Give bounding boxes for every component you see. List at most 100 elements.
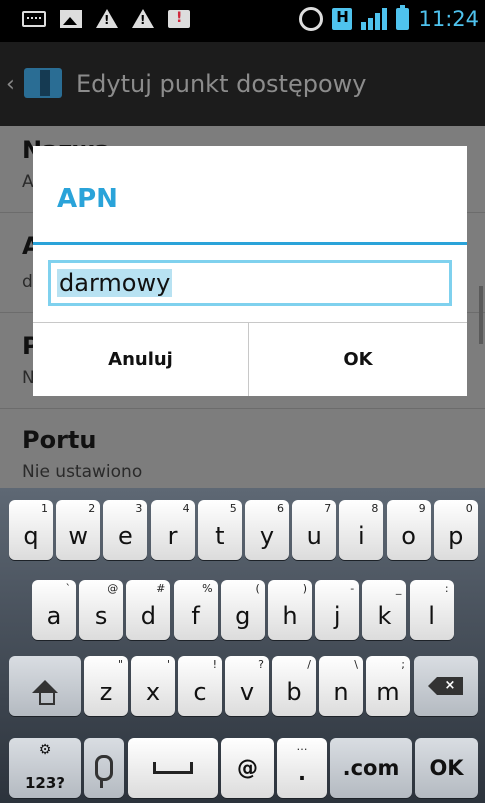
key-secondary-label: ; (401, 658, 405, 671)
enter-ok-key[interactable]: OK (415, 738, 478, 798)
app-bar: ‹ Edytuj punkt dostępowy (0, 42, 485, 126)
at-key[interactable]: @ (221, 738, 274, 798)
key-secondary-label: ` (65, 582, 72, 595)
key-n[interactable]: \ n (319, 656, 363, 716)
key-t[interactable]: 5t (197, 500, 242, 560)
key-label: l (428, 602, 435, 630)
key-l[interactable]: :l (409, 580, 454, 640)
key-label: i (358, 522, 365, 550)
warning-icon (132, 9, 154, 28)
key-secondary-label: 1 (41, 502, 48, 515)
symbols-key[interactable]: ⚙ 123? (9, 738, 81, 798)
key-e[interactable]: 3e (103, 500, 148, 560)
status-bar: H 11:24 (0, 0, 485, 42)
scrollbar[interactable] (479, 286, 483, 344)
settings-row-port[interactable]: Portu Nie ustawiono (0, 408, 485, 488)
key-o[interactable]: 9o (386, 500, 431, 560)
key-label: t (215, 522, 225, 550)
period-key[interactable]: … . (277, 738, 327, 798)
key-c[interactable]: ! c (178, 656, 222, 716)
key-label: a (46, 602, 62, 630)
network-type-icon: H (332, 8, 353, 30)
key-y[interactable]: 6y (245, 500, 289, 560)
period-key-label: . (298, 761, 306, 785)
keyboard-icon (22, 10, 46, 27)
key-z[interactable]: " z (84, 656, 128, 716)
key-label: v (239, 678, 255, 706)
key-h[interactable]: ) h (268, 580, 312, 640)
microphone-icon (95, 755, 113, 788)
key-secondary-label: 9 (418, 502, 426, 515)
key-secondary-label: ' (166, 658, 170, 671)
key-j[interactable]: -j (315, 580, 360, 640)
key-label: o (401, 522, 416, 550)
key-x[interactable]: ' x (131, 656, 175, 716)
key-label: r (167, 522, 178, 550)
key-secondary-label: 0 (465, 502, 473, 515)
soft-keyboard: 1q2w3e4r5t6y7u8i9o0p ` a @ s # d% f(g) h - j _ k: l … (0, 488, 485, 803)
backspace-key[interactable]: × (414, 656, 478, 716)
message-alert-icon (168, 9, 190, 28)
signal-icon (361, 8, 388, 30)
key-label: m (376, 678, 400, 706)
key-label: h (282, 602, 298, 630)
warning-icon (96, 9, 118, 28)
dialog-title: APN (57, 184, 118, 214)
key-v[interactable]: ? v (225, 656, 269, 716)
key-a[interactable]: ` a (32, 580, 76, 640)
key-secondary-label: 2 (88, 502, 96, 515)
key-w[interactable]: 2w (56, 500, 101, 560)
apn-input-value[interactable]: darmowy (57, 269, 173, 297)
apn-input[interactable]: darmowy (48, 260, 452, 306)
settings-gear-icon: ⚙ (38, 742, 52, 758)
key-i[interactable]: 8i (339, 500, 384, 560)
battery-icon (396, 5, 410, 30)
key-secondary-label: : (444, 582, 449, 595)
key-secondary-label: 8 (371, 502, 379, 515)
voice-input-key[interactable] (84, 738, 124, 798)
key-p[interactable]: 0p (433, 500, 478, 560)
title-divider (33, 242, 467, 245)
key-label: x (145, 678, 161, 706)
key-secondary-label: / (307, 658, 311, 671)
page-title: Edytuj punkt dostępowy (76, 70, 367, 98)
key-secondary-label: % (202, 582, 213, 595)
at-key-label: @ (237, 756, 258, 780)
key-label: y (259, 522, 275, 550)
key-secondary-label: ? (258, 658, 264, 671)
key-r[interactable]: 4r (150, 500, 195, 560)
key-secondary-label: 7 (324, 502, 332, 515)
key-secondary-label: ) (302, 582, 307, 595)
dotcom-key[interactable]: .com (330, 738, 412, 798)
key-f[interactable]: % f (173, 580, 218, 640)
shift-key[interactable] (9, 656, 81, 716)
key-secondary-label: - (350, 582, 355, 595)
setting-value: A (22, 172, 34, 192)
key-g[interactable]: (g (220, 580, 265, 640)
setting-label: Portu (22, 426, 97, 454)
key-secondary-label: @ (107, 582, 119, 595)
key-secondary-label: 4 (182, 502, 190, 515)
key-label: k (377, 602, 392, 630)
cancel-button[interactable]: Anuluj (33, 323, 248, 396)
key-k[interactable]: _ k (362, 580, 407, 640)
key-b[interactable]: / b (272, 656, 316, 716)
key-m[interactable]: ; m (366, 656, 410, 716)
symbols-key-label: 123? (24, 774, 65, 792)
key-label: c (193, 678, 207, 706)
ok-button[interactable]: OK (249, 323, 467, 396)
key-label: w (68, 522, 88, 550)
key-label: g (235, 602, 251, 630)
key-label: j (333, 602, 341, 630)
key-u[interactable]: 7u (292, 500, 337, 560)
key-s[interactable]: @ s (79, 580, 124, 640)
space-key[interactable] (128, 738, 218, 798)
space-bar-icon (153, 762, 193, 774)
key-q[interactable]: 1q (9, 500, 53, 560)
key-secondary-label: # (156, 582, 166, 595)
key-d[interactable]: # d (126, 580, 171, 640)
key-secondary-label: ( (255, 582, 260, 595)
settings-app-icon[interactable] (24, 68, 62, 98)
back-icon[interactable]: ‹ (6, 72, 15, 97)
key-secondary-label: ! (212, 658, 217, 671)
